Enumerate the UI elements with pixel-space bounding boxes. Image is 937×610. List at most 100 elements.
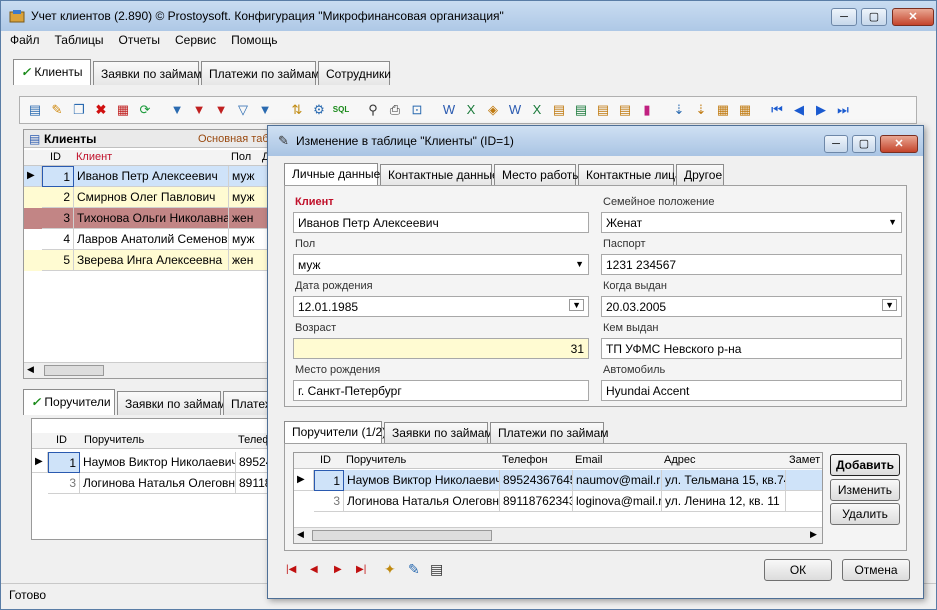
- filter-icon[interactable]: ▼: [168, 101, 186, 119]
- scroll-left-icon[interactable]: ◀: [27, 364, 34, 375]
- export-xml-icon[interactable]: ▤: [572, 101, 590, 119]
- table-row[interactable]: 4 Лавров Анатолий Семенович муж: [24, 229, 270, 250]
- attach-icon[interactable]: ⇣: [692, 101, 710, 119]
- dropdown-arrow-icon[interactable]: ▼: [888, 217, 897, 227]
- export-csv-icon[interactable]: ▤: [550, 101, 568, 119]
- add-button[interactable]: Добавить: [830, 454, 900, 476]
- table-row[interactable]: 2 Смирнов Олег Павлович муж: [24, 187, 270, 208]
- col-guarantor[interactable]: Поручитель: [346, 454, 406, 470]
- col-address[interactable]: Адрес: [664, 454, 696, 470]
- guarantors-subgrid[interactable]: ID Поручитель Телефон Email Адрес Замет …: [293, 452, 823, 544]
- export-html-icon[interactable]: ◈: [484, 101, 502, 119]
- tab-contact-persons[interactable]: Контактные лица: [578, 164, 682, 185]
- print-icon[interactable]: ▤: [430, 561, 443, 578]
- filter-setup-icon[interactable]: ▼: [256, 101, 274, 119]
- tab-guarantors[interactable]: Поручители (1/2): [284, 421, 386, 444]
- delete-all-icon[interactable]: ▦: [114, 101, 132, 119]
- last-icon[interactable]: ▶|: [356, 564, 366, 575]
- tab-clients[interactable]: ✓ Клиенты: [13, 59, 91, 85]
- tab-loan-requests-detail[interactable]: Заявки по займам: [117, 391, 226, 415]
- export-pdf-icon[interactable]: ▤: [616, 101, 634, 119]
- delete-button[interactable]: Удалить: [830, 503, 900, 525]
- scroll-left-icon[interactable]: ◀: [297, 529, 304, 540]
- prev-icon[interactable]: ◀: [310, 564, 318, 575]
- export-txt-icon[interactable]: ▤: [594, 101, 612, 119]
- col-phone[interactable]: Телефон: [502, 454, 548, 470]
- col-client[interactable]: Клиент: [76, 151, 112, 167]
- table-row[interactable]: ▶ 1 Иванов Петр Алексеевич муж: [24, 166, 270, 187]
- import-icon[interactable]: ⇣: [670, 101, 688, 119]
- sql-icon[interactable]: SQL: [332, 101, 350, 119]
- edit-icon[interactable]: ✎: [48, 101, 66, 119]
- tab-guarantors[interactable]: ✓ Поручители: [23, 389, 115, 415]
- col-id[interactable]: ID: [50, 151, 61, 167]
- col-guarantor[interactable]: Поручитель: [84, 434, 144, 450]
- marital-select[interactable]: Женат ▼: [601, 212, 902, 233]
- filter-advanced-icon[interactable]: ▽: [234, 101, 252, 119]
- table-row[interactable]: 5 Зверева Инга Алексеевна жен: [24, 250, 270, 271]
- table-row[interactable]: 3 Логинова Наталья Олеговна 89118762343 …: [294, 491, 822, 512]
- col-id[interactable]: ID: [56, 434, 67, 450]
- table-settings-icon[interactable]: ▦: [736, 101, 754, 119]
- edit-button[interactable]: Изменить: [830, 479, 900, 501]
- horizontal-scrollbar[interactable]: ◀ ▶: [294, 527, 822, 543]
- last-record-icon[interactable]: ⏭: [834, 101, 852, 119]
- passport-field[interactable]: 1231 234567: [601, 254, 902, 275]
- filter-clear-icon[interactable]: ▼: [212, 101, 230, 119]
- table-row[interactable]: 3 Логинова Наталья Олеговна 89118: [32, 473, 270, 494]
- table-row[interactable]: ▶ 1 Наумов Виктор Николаевич 89524367645…: [294, 470, 822, 491]
- tab-employees[interactable]: Сотрудники: [318, 61, 391, 85]
- query-icon[interactable]: ⚙: [310, 101, 328, 119]
- dialog-maximize-button[interactable]: ▢: [852, 135, 876, 153]
- menu-tables[interactable]: Таблицы: [46, 31, 110, 47]
- export-word-icon[interactable]: W: [440, 101, 458, 119]
- edit-record-icon[interactable]: ✎: [408, 561, 420, 578]
- tab-loan-requests[interactable]: Заявки по займам: [384, 422, 493, 443]
- dob-picker[interactable]: 12.01.1985 ▼: [293, 296, 589, 317]
- scroll-thumb[interactable]: [44, 365, 104, 376]
- ok-button[interactable]: ОК: [764, 559, 832, 581]
- dialog-minimize-button[interactable]: ─: [824, 135, 848, 153]
- delete-icon[interactable]: ✖: [92, 101, 110, 119]
- search-icon[interactable]: ⚲: [364, 101, 382, 119]
- next-record-icon[interactable]: ▶: [812, 101, 830, 119]
- tab-other[interactable]: Другое: [676, 164, 724, 185]
- menu-help[interactable]: Помощь: [222, 31, 283, 47]
- tab-payments-detail[interactable]: Платежи: [223, 391, 271, 415]
- dialog-title-bar[interactable]: ✎ Изменение в таблице "Клиенты" (ID=1) ─…: [268, 126, 923, 156]
- col-sex[interactable]: Пол: [231, 151, 251, 167]
- dropdown-arrow-icon[interactable]: ▼: [575, 259, 584, 269]
- dropdown-arrow-icon[interactable]: ▼: [569, 299, 584, 311]
- scroll-thumb[interactable]: [312, 530, 492, 541]
- tab-personal[interactable]: Личные данные: [284, 163, 380, 186]
- birthplace-field[interactable]: г. Санкт-Петербург: [293, 380, 589, 401]
- dialog-close-button[interactable]: ✕: [880, 135, 918, 153]
- menu-reports[interactable]: Отчеты: [110, 31, 166, 47]
- print-icon[interactable]: ⎙: [386, 101, 404, 119]
- table-row[interactable]: 3 Тихонова Ольги Николавна жен: [24, 208, 270, 229]
- sex-select[interactable]: муж ▼: [293, 254, 589, 275]
- issued-by-field[interactable]: ТП УФМС Невского р-на: [601, 338, 902, 359]
- dropdown-arrow-icon[interactable]: ▼: [882, 299, 897, 311]
- menu-service[interactable]: Сервис: [166, 31, 222, 47]
- next-icon[interactable]: ▶: [334, 564, 342, 575]
- car-field[interactable]: Hyundai Accent: [601, 380, 902, 401]
- tab-loan-payments[interactable]: Платежи по займам: [201, 61, 320, 85]
- client-field[interactable]: Иванов Петр Алексеевич: [293, 212, 589, 233]
- filter-remove-icon[interactable]: ▼: [190, 101, 208, 119]
- tab-loan-payments[interactable]: Платежи по займам: [490, 422, 609, 443]
- prev-record-icon[interactable]: ◀: [790, 101, 808, 119]
- export-excel-icon[interactable]: X: [462, 101, 480, 119]
- add-record-icon[interactable]: ▤: [26, 101, 44, 119]
- scroll-right-icon[interactable]: ▶: [810, 529, 817, 540]
- tab-workplace[interactable]: Место работы: [494, 164, 581, 185]
- col-email[interactable]: Email: [575, 454, 603, 470]
- preview-icon[interactable]: ⊡: [408, 101, 426, 119]
- refresh-icon[interactable]: ⟳: [136, 101, 154, 119]
- guarantors-grid[interactable]: ID Поручитель Телефон ▶ 1 Наумов Виктор …: [31, 418, 284, 540]
- menu-file[interactable]: Файл: [1, 31, 46, 47]
- first-icon[interactable]: |◀: [286, 564, 296, 575]
- copy-icon[interactable]: ❐: [70, 101, 88, 119]
- table-row[interactable]: ▶ 1 Наумов Виктор Николаевич 89524: [32, 452, 270, 473]
- refresh-icon[interactable]: ✦: [384, 561, 396, 578]
